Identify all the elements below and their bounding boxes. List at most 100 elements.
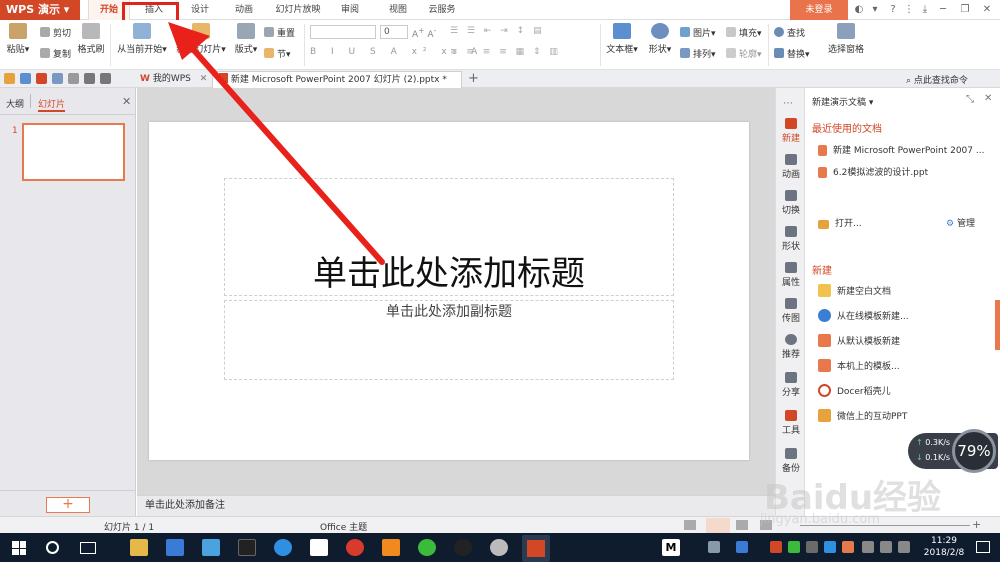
close-panel-icon[interactable]: ✕	[122, 95, 131, 108]
battery-icon[interactable]	[862, 541, 874, 553]
preview-icon[interactable]	[68, 73, 79, 84]
wechat-icon[interactable]	[418, 539, 436, 556]
volume-icon[interactable]	[898, 541, 910, 553]
clock[interactable]: 11:29 2018/2/8	[922, 535, 966, 559]
sidebar-item-upload-image[interactable]: 传图	[776, 298, 806, 324]
sidebar-item-share[interactable]: 分享	[776, 372, 806, 398]
app-icon[interactable]	[382, 539, 400, 556]
recent-doc-item[interactable]: 6.2模拟滤波的设计.ppt	[818, 165, 928, 178]
normal-view-icon[interactable]	[706, 518, 730, 533]
new-blank-item[interactable]: 新建空白文档	[818, 284, 891, 297]
sidebar-item-new[interactable]: 新建	[776, 118, 806, 144]
tab-home[interactable]: 开始	[88, 0, 130, 20]
tab-document[interactable]: 新建 Microsoft PowerPoint 2007 幻灯片 (2).ppt…	[212, 71, 462, 88]
tab-my-wps[interactable]: W 我的WPS ✕	[134, 71, 210, 88]
restore-small-icon[interactable]: ⤓	[918, 3, 932, 17]
windows-start-icon[interactable]	[12, 541, 26, 555]
tab-insert[interactable]: 插入	[132, 0, 176, 20]
manage-button[interactable]: ⚙ 管理	[946, 216, 975, 229]
shield-icon[interactable]	[736, 541, 748, 553]
print-icon[interactable]	[52, 73, 63, 84]
local-template-item[interactable]: 本机上的模板...	[818, 359, 900, 372]
menu-icon[interactable]: ⋮	[902, 3, 916, 17]
sidebar-item-animation[interactable]: 动画	[776, 154, 806, 180]
skin-icon[interactable]: ◐	[852, 3, 866, 17]
notes-toggle-icon[interactable]	[684, 520, 696, 530]
sidebar-item-recommend[interactable]: 推荐	[776, 334, 806, 360]
sidebar-item-transition[interactable]: 切换	[776, 190, 806, 216]
netease-music-icon[interactable]	[346, 539, 364, 556]
task-pane-title[interactable]: 新建演示文稿 ▾	[812, 95, 873, 108]
tray-app-icon[interactable]	[788, 541, 800, 553]
notes-pane[interactable]: 单击此处添加备注	[137, 495, 775, 516]
open-button[interactable]: 打开...	[818, 216, 862, 229]
shirt-icon[interactable]: ▾	[868, 3, 882, 17]
notification-icon[interactable]	[976, 541, 990, 553]
redo-icon[interactable]	[100, 73, 111, 84]
sidebar-item-tools[interactable]: 工具	[776, 410, 806, 436]
picture-button[interactable]: 图片▾	[680, 26, 716, 39]
tray-app-icon[interactable]	[806, 541, 818, 553]
slide-thumbnail[interactable]	[22, 123, 125, 181]
shape-button[interactable]: 形状▾	[646, 23, 674, 55]
close-pane-icon[interactable]: ✕	[984, 93, 992, 104]
tab-cloud[interactable]: 云服务	[422, 0, 462, 20]
open-icon[interactable]	[4, 73, 15, 84]
save-icon[interactable]	[20, 73, 31, 84]
cortana-icon[interactable]	[46, 541, 59, 554]
replace-button[interactable]: 替换▾	[774, 47, 810, 60]
tray-app-icon[interactable]	[842, 541, 854, 553]
sidebar-item-shape[interactable]: 形状	[776, 226, 806, 252]
tray-app-icon[interactable]	[824, 541, 836, 553]
collapse-icon[interactable]: ⋯	[783, 98, 793, 109]
align-buttons[interactable]: ≡ ≡ ≡ ≡ ▦ ⇕ ▥	[450, 47, 561, 57]
restore-icon[interactable]: ❐	[958, 3, 972, 17]
selection-pane-button[interactable]: 选择窗格	[826, 23, 866, 55]
tab-outline[interactable]: 大纲	[6, 97, 24, 110]
tab-review[interactable]: 审阅	[332, 0, 368, 20]
memory-gauge[interactable]: 79%	[952, 429, 996, 473]
mail-icon[interactable]	[310, 539, 328, 556]
dock-icon[interactable]: ⤡	[966, 94, 974, 105]
copy-button[interactable]: 复制	[40, 47, 71, 60]
font-size-combo[interactable]: 0	[380, 25, 408, 39]
format-painter-button[interactable]: 格式刷	[76, 23, 106, 55]
network-icon[interactable]	[880, 541, 892, 553]
text-box-button[interactable]: 文本框▾	[606, 23, 638, 55]
undo-icon[interactable]	[84, 73, 95, 84]
font-grow-button[interactable]: A+ A-	[412, 26, 436, 40]
pane-scroll-handle[interactable]	[995, 300, 1000, 350]
edge-browser-icon[interactable]	[274, 539, 292, 556]
tab-slideshow[interactable]: 幻灯片放映	[268, 0, 328, 20]
qq-icon[interactable]	[454, 539, 472, 556]
export-pdf-icon[interactable]	[36, 73, 47, 84]
wps-presentation-taskbar-button[interactable]	[522, 535, 550, 562]
login-button[interactable]: 未登录	[790, 0, 848, 20]
new-online-template-item[interactable]: 从在线模板新建...	[818, 309, 909, 322]
people-icon[interactable]	[708, 541, 720, 553]
app-icon[interactable]	[490, 539, 508, 556]
docer-item[interactable]: Docer稻壳儿	[818, 384, 891, 397]
new-slide-button[interactable]: 新建幻灯片▾	[174, 23, 228, 55]
command-search[interactable]: ⌕ 点此查找命令	[906, 73, 968, 86]
reset-button[interactable]: 重置	[264, 26, 295, 39]
tray-app-icon[interactable]	[770, 541, 782, 553]
section-button[interactable]: 节▾	[264, 47, 291, 60]
font-name-combo[interactable]	[310, 25, 376, 39]
fill-button[interactable]: 填充▾	[726, 26, 762, 39]
tab-animation[interactable]: 动画	[224, 0, 264, 20]
slide[interactable]: 单击此处添加标题 单击此处添加副标题	[149, 122, 749, 460]
tab-view[interactable]: 视图	[380, 0, 416, 20]
layout-button[interactable]: 版式▾	[232, 23, 260, 55]
help-icon[interactable]: ?	[886, 3, 900, 17]
amazon-icon[interactable]	[238, 539, 256, 556]
find-button[interactable]: 查找	[774, 26, 805, 39]
sidebar-item-properties[interactable]: 属性	[776, 262, 806, 288]
app-m-icon[interactable]: M	[662, 539, 680, 556]
task-view-icon[interactable]	[80, 542, 96, 554]
close-icon[interactable]: ✕	[980, 3, 994, 17]
close-tab-icon[interactable]: ✕	[200, 74, 208, 84]
file-explorer-icon[interactable]	[130, 539, 148, 556]
outline-button[interactable]: 轮廓▾	[726, 47, 762, 60]
minimize-icon[interactable]: ─	[936, 3, 950, 17]
